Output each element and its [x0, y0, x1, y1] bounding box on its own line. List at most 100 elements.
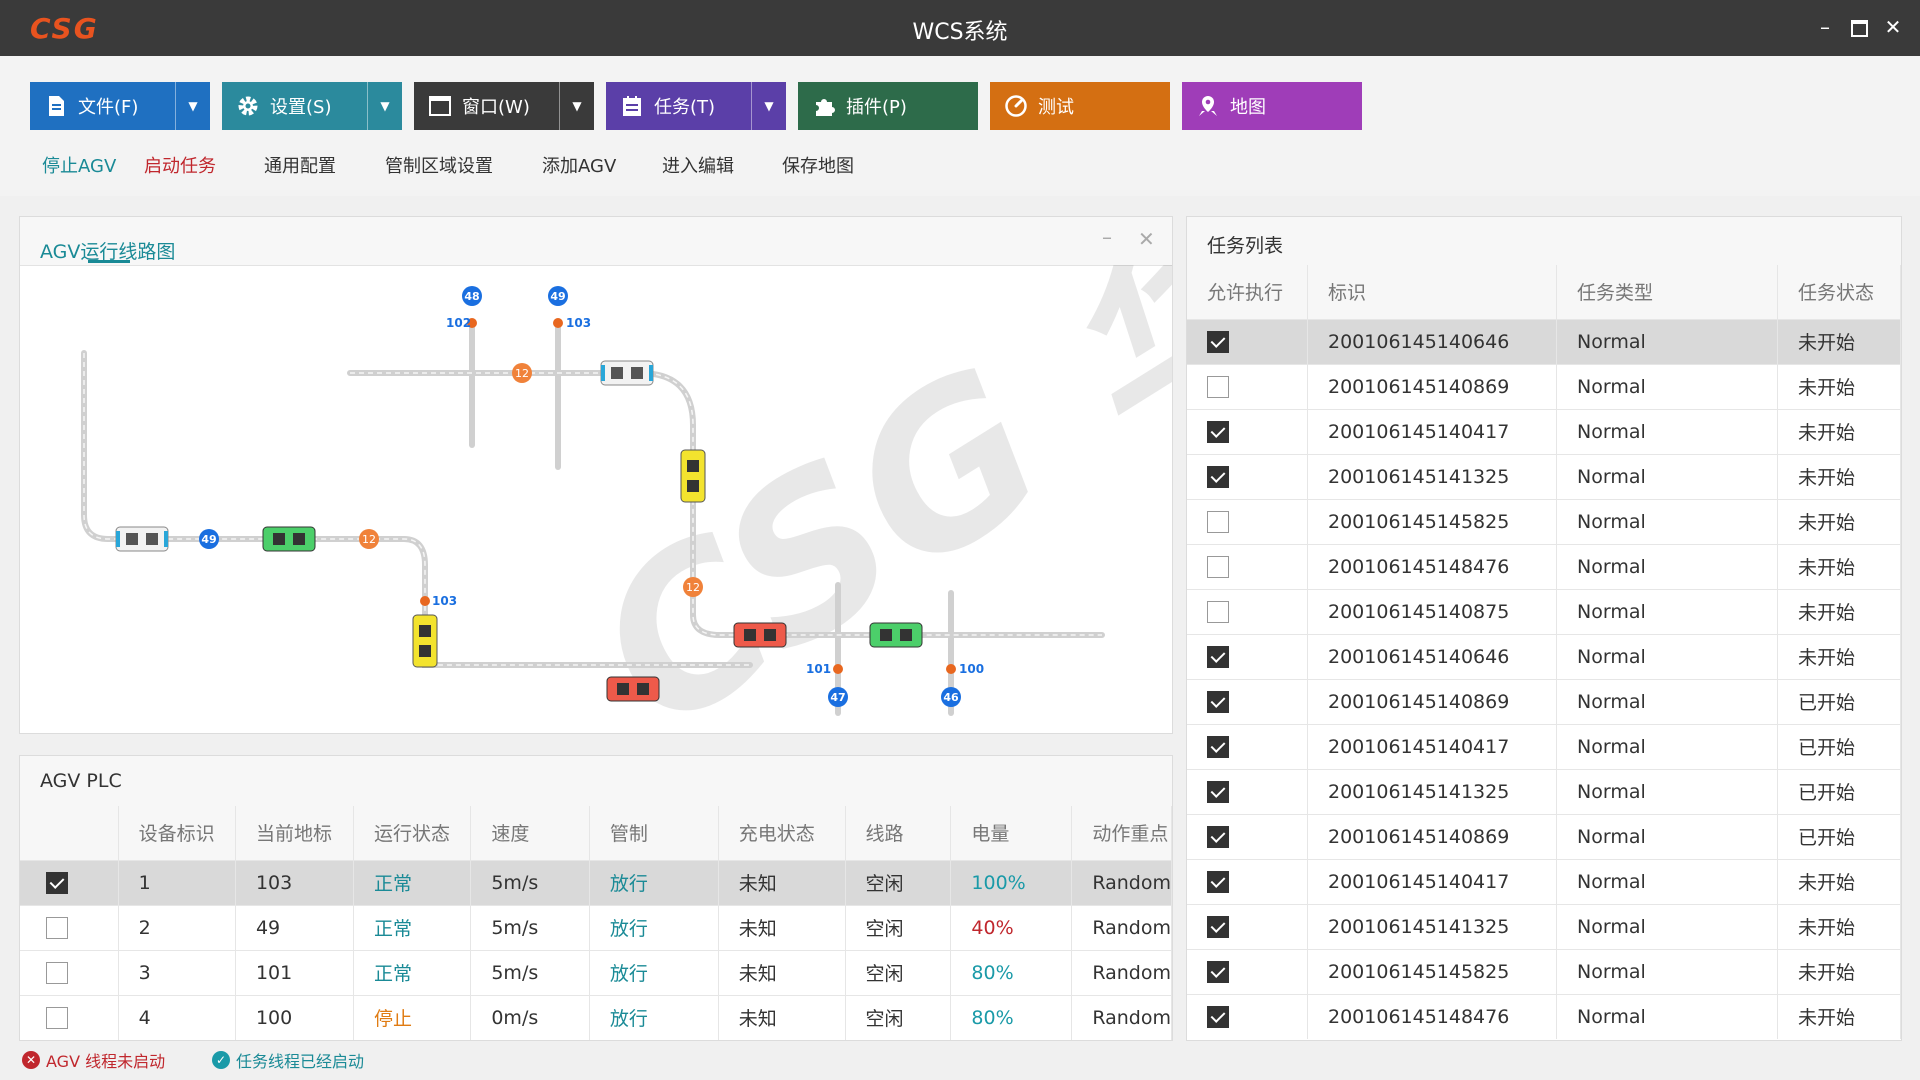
node-48[interactable]: 48 [462, 286, 482, 306]
landmark-103-top[interactable]: 103 [553, 316, 591, 330]
table-row[interactable]: 200106145145825 Normal 未开始 [1187, 498, 1901, 544]
table-row[interactable]: 1 103 正常 5m/s 放行 未知 空闲 100% Random [20, 859, 1172, 905]
agv-white-left[interactable] [115, 526, 169, 552]
agv-red-bottom[interactable] [606, 676, 660, 702]
allow-execute-checkbox[interactable] [1207, 645, 1229, 668]
allow-execute-checkbox[interactable] [1207, 555, 1229, 578]
node-12-top[interactable]: 12 [512, 363, 532, 383]
row-select-checkbox[interactable] [46, 916, 68, 939]
allow-execute-checkbox[interactable] [1207, 375, 1229, 398]
table-row[interactable]: 200106145140869 Normal 已开始 [1187, 678, 1901, 724]
chevron-down-icon[interactable]: ▼ [175, 82, 210, 130]
table-row[interactable]: 200106145148476 Normal 未开始 [1187, 993, 1901, 1039]
agv-green-left[interactable] [262, 526, 316, 552]
node-49-left[interactable]: 49 [199, 529, 219, 549]
table-row[interactable]: 4 100 停止 0m/s 放行 未知 空闲 80% Random [20, 994, 1172, 1040]
select-cell [20, 904, 119, 950]
allow-execute-checkbox[interactable] [1207, 600, 1229, 623]
table-row[interactable]: 200106145141325 Normal 未开始 [1187, 453, 1901, 499]
agv-thread-text: AGV 线程未启动 [46, 1052, 166, 1071]
allow-execute-checkbox[interactable] [1207, 690, 1229, 713]
agv-white-top[interactable] [600, 360, 654, 386]
row-select-checkbox[interactable] [46, 1007, 68, 1029]
table-row[interactable]: 200106145148476 Normal 未开始 [1187, 543, 1901, 589]
table-row[interactable]: 200106145140417 Normal 已开始 [1187, 723, 1901, 769]
landmark-101[interactable]: 101 [806, 662, 843, 676]
task-menu-button[interactable]: 任务(T) ▼ [606, 82, 786, 130]
general-config-link[interactable]: 通用配置 [264, 152, 336, 178]
landmark-cell: 100 [235, 994, 355, 1040]
battery-cell: 80% [950, 949, 1073, 995]
allow-execute-checkbox[interactable] [1207, 780, 1229, 803]
plc-table-header: 设备标识 当前地标 运行状态 速度 管制 充电状态 线路 电量 动作重点 [20, 806, 1172, 860]
file-menu-button[interactable]: 文件(F) ▼ [30, 82, 210, 130]
window-icon [428, 94, 452, 118]
table-row[interactable]: 200106145140417 Normal 未开始 [1187, 408, 1901, 454]
node-12-left[interactable]: 12 [359, 529, 379, 549]
minimize-icon[interactable]: – [1812, 14, 1838, 40]
map-button[interactable]: 地图 [1182, 82, 1362, 130]
task-status-cell: 未开始 [1777, 903, 1901, 949]
control-area-link[interactable]: 管制区域设置 [385, 152, 493, 178]
landmark-103-mid[interactable]: 103 [420, 594, 457, 608]
row-select-checkbox[interactable] [46, 961, 68, 984]
table-row[interactable]: 200106145140646 Normal 未开始 [1187, 318, 1901, 364]
allow-execute-checkbox[interactable] [1207, 510, 1229, 533]
allow-execute-checkbox[interactable] [1207, 735, 1229, 758]
test-button[interactable]: 测试 [990, 82, 1170, 130]
landmark-102[interactable]: 102 [446, 316, 477, 330]
row-select-checkbox[interactable] [46, 871, 68, 894]
allow-execute-checkbox[interactable] [1207, 420, 1229, 443]
settings-menu-button[interactable]: 设置(S) ▼ [222, 82, 402, 130]
task-type-cell: Normal [1556, 858, 1778, 904]
agv-yellow-left[interactable] [412, 614, 438, 668]
task-id-cell: 200106145148476 [1307, 993, 1557, 1039]
allow-execute-checkbox[interactable] [1207, 330, 1229, 353]
allow-execute-checkbox[interactable] [1207, 915, 1229, 938]
allow-execute-checkbox[interactable] [1207, 960, 1229, 983]
close-icon[interactable]: ✕ [1138, 227, 1155, 251]
chevron-down-icon[interactable]: ▼ [751, 82, 786, 130]
start-task-link[interactable]: 启动任务 [144, 152, 216, 178]
save-map-link[interactable]: 保存地图 [782, 152, 854, 178]
chevron-down-icon[interactable]: ▼ [559, 82, 594, 130]
app-title: WCS系统 [912, 20, 1008, 45]
task-type-cell: Normal [1556, 633, 1778, 679]
table-row[interactable]: 3 101 正常 5m/s 放行 未知 空闲 80% Random [20, 949, 1172, 995]
chevron-down-icon[interactable]: ▼ [367, 82, 402, 130]
table-row[interactable]: 200106145145825 Normal 未开始 [1187, 948, 1901, 994]
table-row[interactable]: 200106145140869 Normal 未开始 [1187, 363, 1901, 409]
table-row[interactable]: 200106145141325 Normal 未开始 [1187, 903, 1901, 949]
battery-cell: 80% [950, 994, 1073, 1040]
window-menu-button[interactable]: 窗口(W) ▼ [414, 82, 594, 130]
allow-execute-checkbox[interactable] [1207, 1006, 1229, 1028]
agv-yellow-right[interactable] [680, 449, 706, 503]
enter-edit-link[interactable]: 进入编辑 [662, 152, 734, 178]
table-row[interactable]: 200106145140875 Normal 未开始 [1187, 588, 1901, 634]
add-agv-link[interactable]: 添加AGV [542, 152, 616, 178]
node-46[interactable]: 46 [941, 687, 961, 707]
node-47[interactable]: 47 [828, 687, 848, 707]
node-49[interactable]: 49 [548, 286, 568, 306]
table-row[interactable]: 200106145141325 Normal 已开始 [1187, 768, 1901, 814]
plugin-menu-button[interactable]: 插件(P) [798, 82, 978, 130]
table-row[interactable]: 200106145140417 Normal 未开始 [1187, 858, 1901, 904]
table-row[interactable]: 200106145140646 Normal 未开始 [1187, 633, 1901, 679]
run-state-cell: 正常 [353, 904, 472, 950]
agv-red-right[interactable] [733, 622, 787, 648]
node-12-right[interactable]: 12 [683, 577, 703, 597]
allow-execute-cell [1187, 678, 1308, 724]
task-status-cell: 未开始 [1777, 948, 1901, 994]
allow-execute-checkbox[interactable] [1207, 825, 1229, 848]
table-row[interactable]: 200106145140869 Normal 已开始 [1187, 813, 1901, 859]
stop-agv-link[interactable]: 停止AGV [42, 152, 116, 178]
allow-execute-checkbox[interactable] [1207, 870, 1229, 893]
minimize-icon[interactable]: – [1102, 225, 1112, 249]
close-icon[interactable]: ✕ [1880, 14, 1906, 40]
allow-execute-checkbox[interactable] [1207, 465, 1229, 488]
landmark-100[interactable]: 100 [946, 662, 984, 676]
table-row[interactable]: 2 49 正常 5m/s 放行 未知 空闲 40% Random [20, 904, 1172, 950]
maximize-icon[interactable] [1846, 14, 1872, 40]
agv-green-right[interactable] [869, 622, 923, 648]
svg-text:103: 103 [566, 316, 591, 330]
